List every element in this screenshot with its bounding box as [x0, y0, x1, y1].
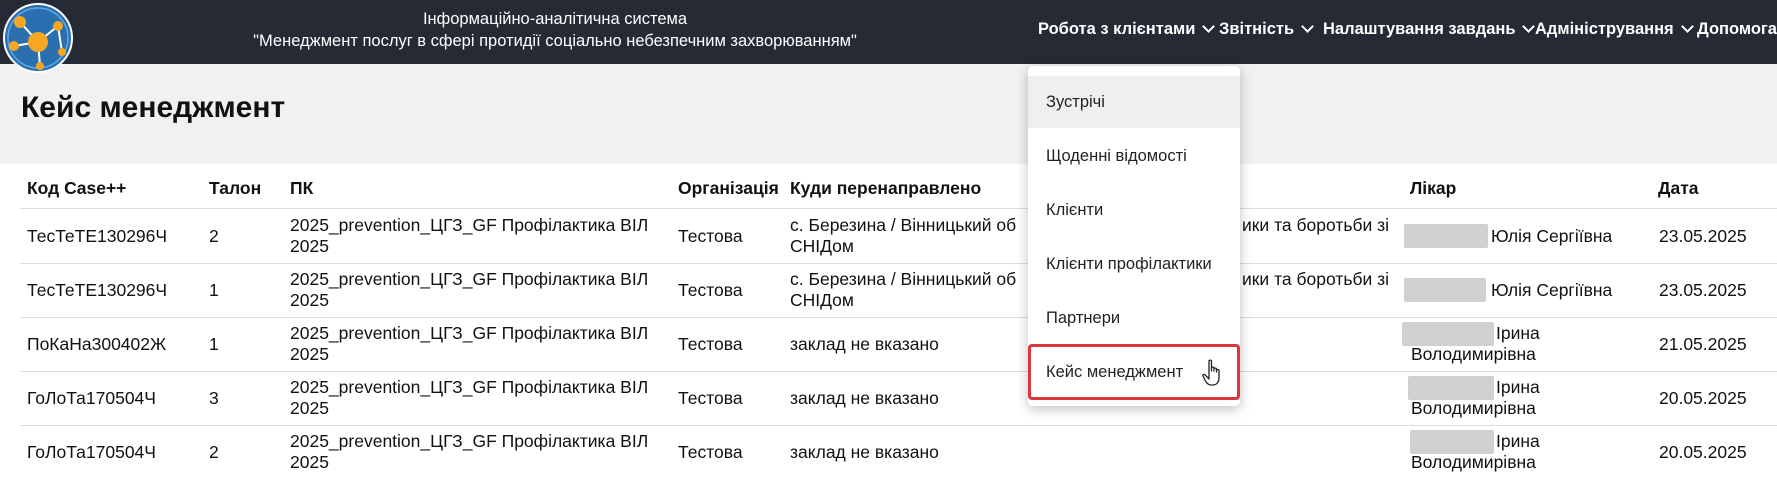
cell-pk-line2: 2025: [290, 452, 329, 472]
system-title-line-2: "Менеджмент послуг в сфері протидії соці…: [253, 32, 857, 50]
column-header-code[interactable]: Код Case++: [27, 178, 126, 199]
chevron-down-icon: [1680, 20, 1694, 33]
nav-tasks-label: Налаштування завдань: [1323, 19, 1516, 38]
page-title: Кейс менеджмент: [21, 91, 286, 124]
cell-referred: заклад не вказано: [790, 334, 939, 354]
cell-doctor: Юлія Сергіївна: [1491, 226, 1613, 246]
cell-referred-line2: СНІДом: [790, 290, 854, 310]
cell-doctor-line1: Ірина: [1496, 431, 1540, 451]
cell-pk-line2: 2025: [290, 344, 329, 364]
redacted-surname: [1402, 322, 1494, 346]
cell-pk-line2: 2025: [290, 236, 329, 256]
cell-doctor-line2: Володимирівна: [1411, 344, 1536, 364]
cell-organization: Тестова: [678, 334, 743, 354]
cell-talon: 3: [209, 388, 219, 408]
nav-clients-label: Робота з клієнтами: [1038, 19, 1196, 38]
system-title-line-1: Інформаційно-аналітична система: [422, 10, 688, 28]
cell-doctor-line2: Володимирівна: [1411, 452, 1536, 472]
cell-talon: 2: [209, 442, 219, 462]
cell-pk-line1: 2025_prevention_ЦГЗ_GF Профілактика ВІЛ: [290, 215, 649, 235]
nav-admin-label: Адміністрування: [1535, 19, 1674, 38]
cell-referred-line1: с. Березина / Вінницький об: [790, 269, 1017, 289]
cell-pk-line1: 2025_prevention_ЦГЗ_GF Профілактика ВІЛ: [290, 431, 649, 451]
cell-doctor-line2: Володимирівна: [1411, 398, 1536, 418]
table-row[interactable]: ГоЛоТа170504Ч 2 2025_prevention_ЦГЗ_GF П…: [0, 425, 1777, 479]
redacted-surname: [1404, 278, 1486, 302]
column-header-referred[interactable]: Куди перенаправлено: [790, 178, 981, 199]
cell-pk-line1: 2025_prevention_ЦГЗ_GF Профілактика ВІЛ: [290, 323, 649, 343]
cell-organization: Тестова: [678, 388, 743, 408]
column-header-organization[interactable]: Організація: [678, 178, 779, 199]
clients-dropdown-menu: Зустрічі Щоденні відомості Клієнти Клієн…: [1028, 66, 1240, 406]
menu-item-meetings[interactable]: Зустрічі: [1028, 76, 1240, 128]
cell-date: 23.05.2025: [1659, 226, 1747, 246]
menu-item-prevention-clients[interactable]: Клієнти профілактики: [1028, 238, 1240, 290]
nav-clients-menu[interactable]: Робота з клієнтами: [1038, 0, 1216, 58]
table-row[interactable]: ТесТеТЕ130296Ч 2 2025_prevention_ЦГЗ_GF …: [0, 209, 1777, 263]
cell-code: ТесТеТЕ130296Ч: [27, 280, 168, 300]
cell-referred: заклад не вказано: [790, 442, 939, 462]
table-row[interactable]: ГоЛоТа170504Ч 3 2025_prevention_ЦГЗ_GF П…: [0, 371, 1777, 425]
chevron-down-icon: [1522, 20, 1536, 33]
cell-organization: Тестова: [678, 280, 743, 300]
cell-referred-line2: СНІДом: [790, 236, 854, 256]
chevron-down-icon: [1301, 20, 1314, 33]
cell-talon: 2: [209, 226, 219, 246]
cell-date: 20.05.2025: [1659, 442, 1747, 462]
cell-organization: Тестова: [678, 226, 743, 246]
cell-doctor-line1: Ірина: [1496, 323, 1540, 343]
menu-item-clients[interactable]: Клієнти: [1028, 184, 1240, 236]
cell-date: 20.05.2025: [1659, 388, 1747, 408]
menu-item-daily-reports[interactable]: Щоденні відомості: [1028, 130, 1240, 182]
network-logo-icon[interactable]: [0, 0, 80, 80]
cell-code: ТесТеТЕ130296Ч: [27, 226, 168, 246]
cell-pk-line1: 2025_prevention_ЦГЗ_GF Профілактика ВІЛ: [290, 269, 649, 289]
chevron-down-icon: [1202, 20, 1216, 33]
cell-referred-line1: с. Березина / Вінницький об: [790, 215, 1017, 235]
nav-help-link[interactable]: Допомога: [1697, 0, 1777, 58]
cell-doctor-line1: Ірина: [1496, 377, 1540, 397]
table-row[interactable]: ПоКаНа300402Ж 1 2025_prevention_ЦГЗ_GF П…: [0, 317, 1777, 371]
cell-talon: 1: [209, 280, 219, 300]
cell-doctor: Юлія Сергіївна: [1491, 280, 1613, 300]
cell-date: 23.05.2025: [1659, 280, 1747, 300]
cell-code: ГоЛоТа170504Ч: [27, 442, 156, 462]
column-header-doctor[interactable]: Лікар: [1410, 178, 1456, 199]
cell-code: ПоКаНа300402Ж: [27, 334, 167, 354]
cell-referred: заклад не вказано: [790, 388, 939, 408]
cell-talon: 1: [209, 334, 219, 354]
column-header-talon[interactable]: Талон: [209, 178, 261, 199]
nav-reports-menu[interactable]: Звітність: [1219, 0, 1314, 58]
nav-admin-menu[interactable]: Адміністрування: [1535, 0, 1694, 58]
redacted-surname: [1408, 376, 1494, 400]
cell-pk-line1: 2025_prevention_ЦГЗ_GF Профілактика ВІЛ: [290, 377, 649, 397]
redacted-surname: [1410, 430, 1494, 454]
nav-help-label: Допомога: [1697, 19, 1777, 38]
cell-pk-line2: 2025: [290, 290, 329, 310]
column-header-date[interactable]: Дата: [1658, 178, 1699, 199]
cell-referred-line1-tail: ики та боротьби зі: [1242, 269, 1390, 289]
nav-tasks-menu[interactable]: Налаштування завдань: [1323, 0, 1536, 58]
cell-organization: Тестова: [678, 442, 743, 462]
table-row[interactable]: ТесТеТЕ130296Ч 1 2025_prevention_ЦГЗ_GF …: [0, 263, 1777, 317]
cell-date: 21.05.2025: [1659, 334, 1747, 354]
system-title: Інформаційно-аналітична система "Менеджм…: [230, 8, 880, 52]
column-header-pk[interactable]: ПК: [290, 178, 313, 199]
hand-pointer-icon: [1202, 359, 1220, 386]
redacted-surname: [1404, 224, 1488, 248]
cell-code: ГоЛоТа170504Ч: [27, 388, 156, 408]
menu-item-partners[interactable]: Партнери: [1028, 292, 1240, 344]
cell-referred-line1-tail: ики та боротьби зі: [1242, 215, 1390, 235]
nav-reports-label: Звітність: [1219, 19, 1295, 38]
cell-pk-line2: 2025: [290, 398, 329, 418]
